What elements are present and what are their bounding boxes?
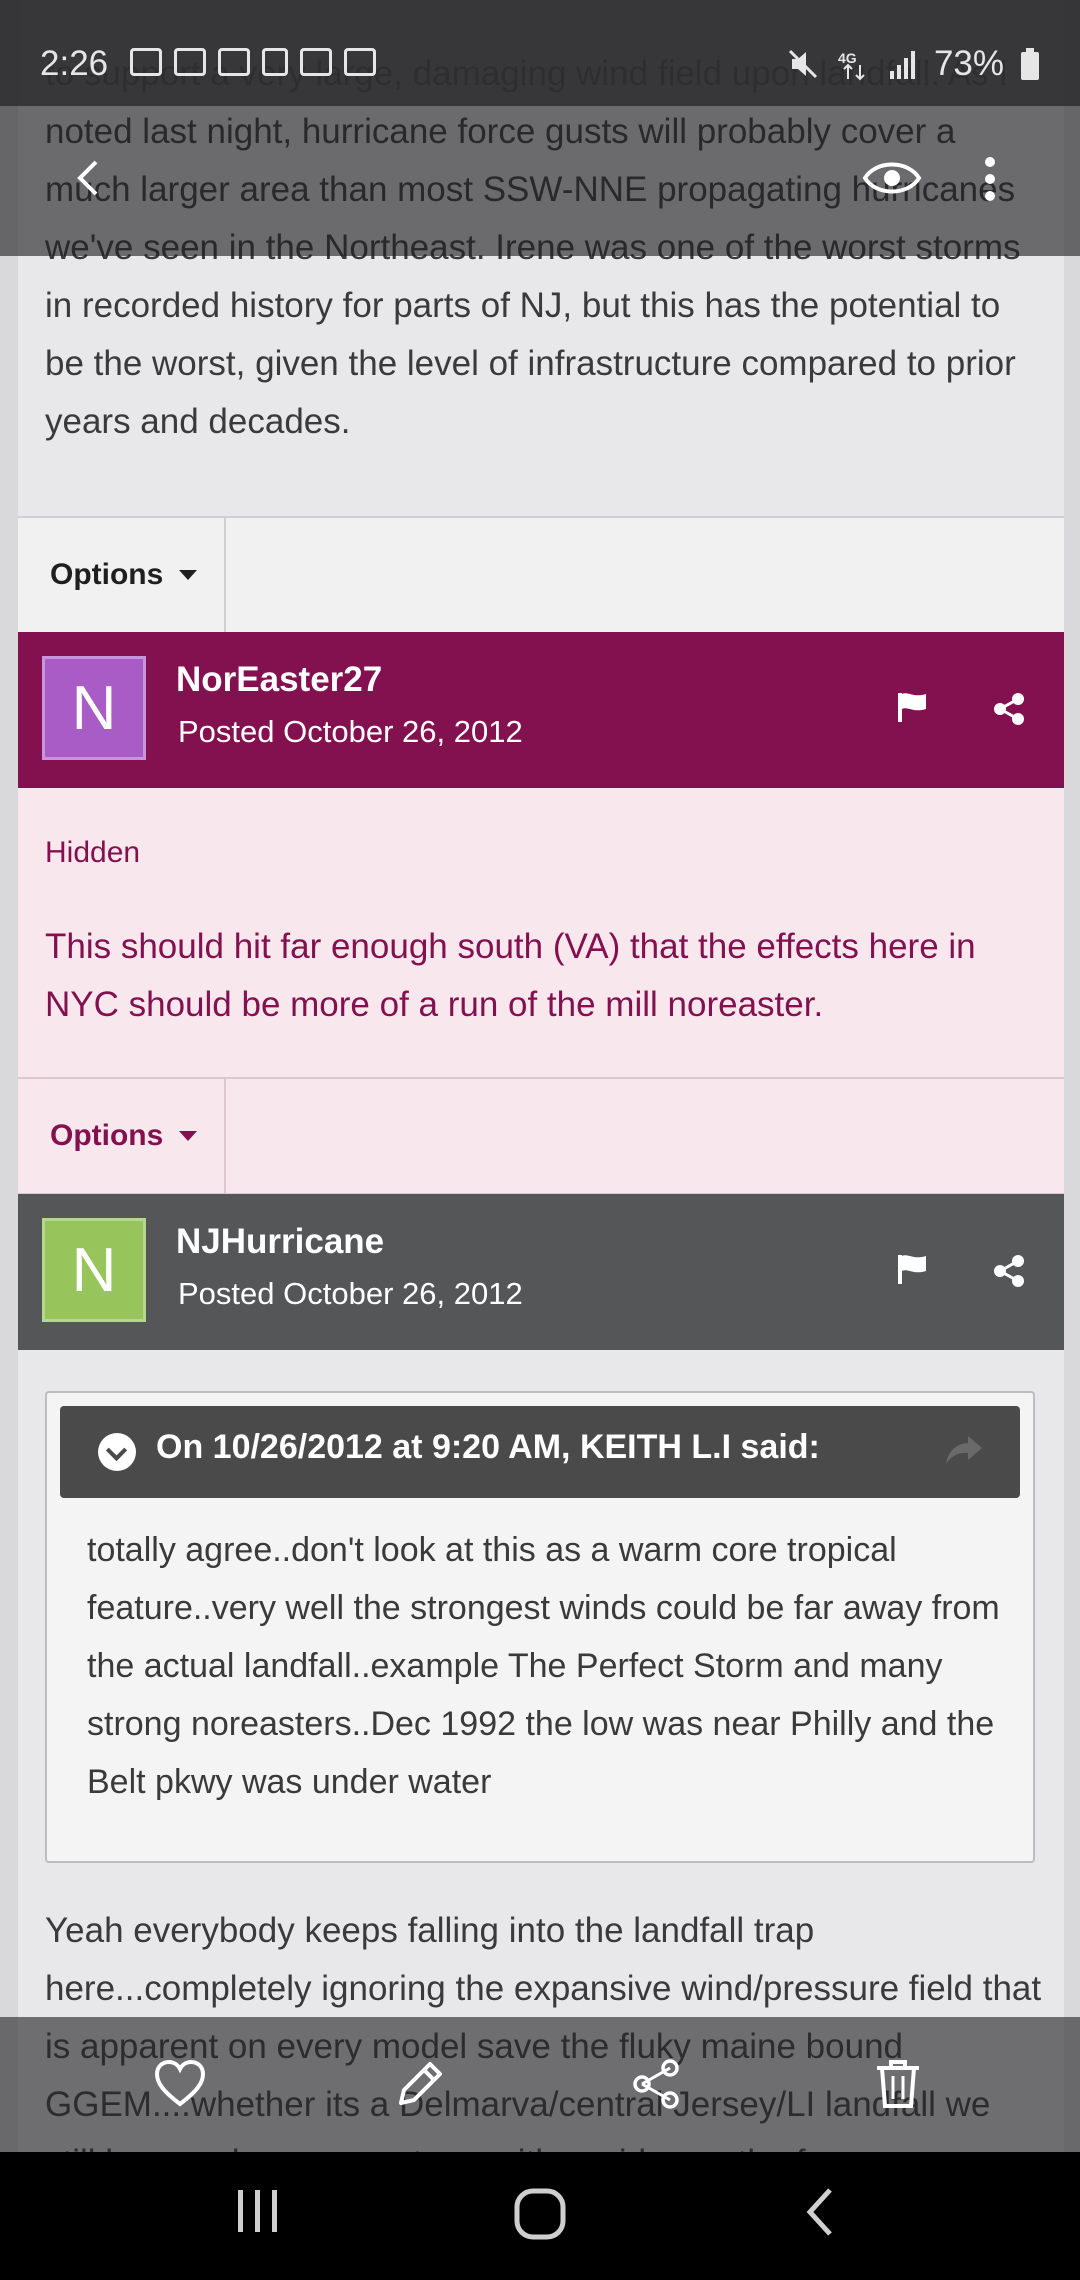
recent-apps-icon[interactable] [234, 2186, 282, 2236]
message-icon [130, 48, 162, 76]
share-icon[interactable] [992, 1254, 1026, 1288]
options-label: Options [50, 1119, 164, 1152]
post-author-bar: N NJHurricane Posted October 26, 2012 [18, 1194, 1064, 1350]
delete-trash-icon[interactable] [871, 2057, 925, 2111]
share-icon[interactable] [630, 2057, 684, 2111]
quote-text: totally agree..don't look at this as a w… [87, 1531, 1000, 1801]
back-icon[interactable] [70, 158, 110, 198]
options-label: Options [50, 558, 164, 591]
status-right: 4G 73% [786, 44, 1040, 84]
cast-icon [262, 48, 288, 76]
quote-header[interactable]: On 10/26/2012 at 9:20 AM, KEITH L.I said… [60, 1406, 1020, 1498]
chevron-down-icon[interactable] [98, 1433, 136, 1471]
caret-down-icon [179, 570, 198, 580]
heart-icon[interactable] [153, 2057, 207, 2111]
flag-icon[interactable] [895, 690, 929, 724]
eye-icon[interactable] [862, 158, 922, 198]
clock: 2:26 [40, 44, 109, 83]
author-name[interactable]: NorEaster27 [176, 660, 382, 700]
post-date: Posted October 26, 2012 [178, 1276, 523, 1311]
post-text: This should hit far enough south (VA) th… [45, 927, 976, 1024]
avatar[interactable]: N [42, 656, 146, 760]
quote-box: On 10/26/2012 at 9:20 AM, KEITH L.I said… [45, 1391, 1035, 1863]
svg-text:4G: 4G [838, 50, 857, 66]
avatar[interactable]: N [42, 1218, 146, 1322]
status-bar: 2:26 4G 73% [0, 0, 1080, 106]
back-nav-icon[interactable] [800, 2186, 840, 2238]
go-to-quote-icon[interactable] [944, 1432, 984, 1466]
options-button[interactable]: Options [18, 1079, 226, 1193]
mute-icon [788, 49, 817, 79]
hidden-post-options-bar: Options [18, 1077, 1064, 1195]
message-icon [218, 48, 250, 76]
edit-pencil-icon[interactable] [393, 2057, 447, 2111]
options-button[interactable]: Options [18, 518, 226, 632]
screen: to support a very large, damaging wind f… [0, 0, 1080, 2152]
home-icon[interactable] [512, 2186, 568, 2242]
4g-icon: 4G [838, 50, 865, 81]
post-author-bar: N NorEaster27 Posted October 26, 2012 [18, 632, 1064, 788]
app-top-bar [0, 106, 1080, 256]
battery-percent: 73% [933, 44, 1004, 83]
caret-down-icon [179, 1131, 198, 1141]
topic-content: to support a very large, damaging wind f… [18, 0, 1064, 2152]
more-options-icon[interactable] [984, 156, 996, 202]
flag-icon[interactable] [895, 1252, 929, 1286]
hidden-label: Hidden [45, 836, 141, 869]
battery-icon [1021, 48, 1039, 80]
image-icon [344, 48, 376, 76]
hidden-post-body: Hidden This should hit far enough south … [18, 788, 1064, 1078]
top-post-options-bar: Options [18, 516, 1064, 634]
author-name[interactable]: NJHurricane [176, 1222, 384, 1262]
news-icon [300, 48, 332, 76]
post-date: Posted October 26, 2012 [178, 714, 523, 749]
share-icon[interactable] [992, 692, 1026, 726]
system-navigation-bar [0, 2152, 1080, 2280]
bottom-toolbar [0, 2017, 1080, 2152]
notification-icons [130, 48, 376, 76]
quote-citation: On 10/26/2012 at 9:20 AM, KEITH L.I said… [156, 1428, 820, 1466]
signal-icon [889, 51, 915, 79]
message-icon [174, 48, 206, 76]
